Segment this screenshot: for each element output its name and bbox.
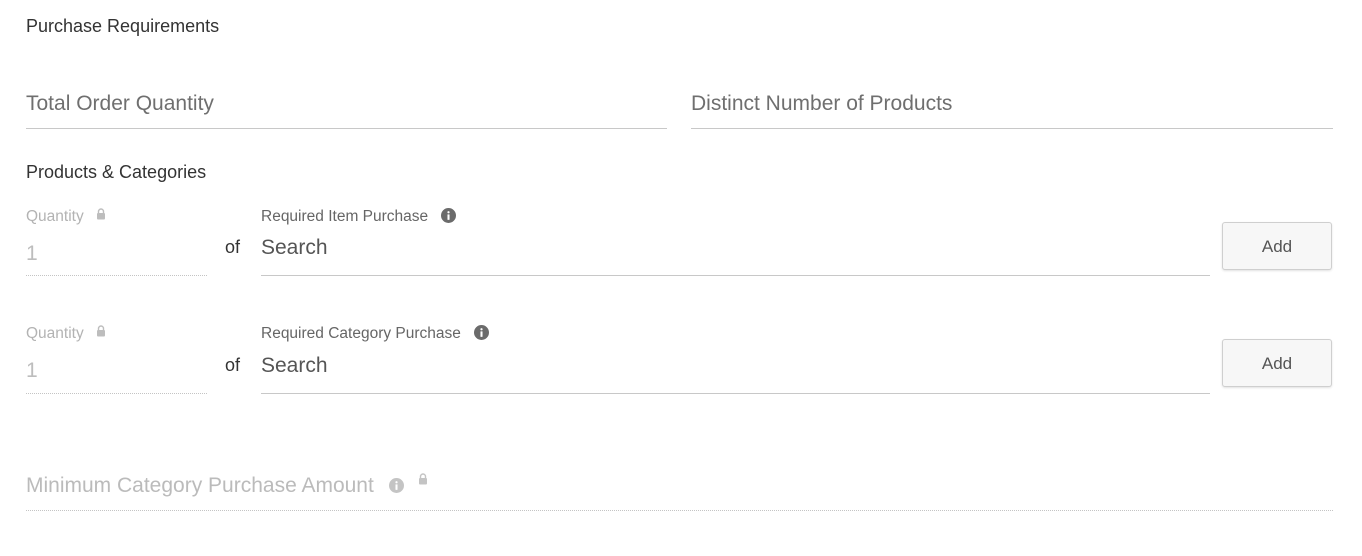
category-of-text: of (225, 355, 241, 375)
distinct-number-of-products-placeholder: Distinct Number of Products (691, 92, 953, 115)
add-category-button[interactable]: Add (1222, 339, 1332, 387)
lock-icon (97, 325, 106, 337)
info-icon (388, 478, 404, 493)
category-quantity-label: Quantity (26, 325, 106, 343)
lock-icon (418, 473, 427, 485)
category-search-input[interactable]: Search (261, 354, 328, 378)
add-item-button[interactable]: Add (1222, 222, 1332, 270)
products-categories-heading: Products & Categories (26, 162, 207, 182)
required-item-purchase-label-text: Required Item Purchase (261, 208, 429, 225)
info-icon[interactable] (441, 208, 457, 223)
item-of-text: of (225, 237, 241, 257)
item-quantity-label-text: Quantity (26, 208, 84, 225)
info-icon[interactable] (474, 325, 490, 340)
category-quantity-label-text: Quantity (26, 325, 84, 342)
total-order-quantity-placeholder: Total Order Quantity (26, 92, 214, 115)
category-search-underline (261, 393, 1210, 394)
item-search-input[interactable]: Search (261, 236, 328, 260)
purchase-requirements-heading: Purchase Requirements (26, 16, 220, 36)
minimum-category-purchase-amount-label: Minimum Category Purchase Amount (26, 474, 374, 497)
required-category-purchase-label-text: Required Category Purchase (261, 325, 461, 342)
item-quantity-underline (26, 275, 207, 276)
total-order-quantity-field[interactable]: Total Order Quantity (26, 80, 667, 129)
minimum-category-purchase-amount-field: Minimum Category Purchase Amount (26, 473, 428, 498)
category-quantity-value: 1 (26, 359, 38, 382)
minimum-category-purchase-underline (26, 510, 1333, 511)
required-category-purchase-label: Required Category Purchase (261, 325, 490, 343)
item-search-underline (261, 275, 1210, 276)
category-quantity-underline (26, 393, 207, 394)
item-quantity-label: Quantity (26, 208, 106, 226)
required-item-purchase-label: Required Item Purchase (261, 208, 457, 226)
distinct-number-of-products-field[interactable]: Distinct Number of Products (691, 80, 1333, 129)
item-quantity-value: 1 (26, 242, 38, 265)
lock-icon (97, 208, 106, 220)
